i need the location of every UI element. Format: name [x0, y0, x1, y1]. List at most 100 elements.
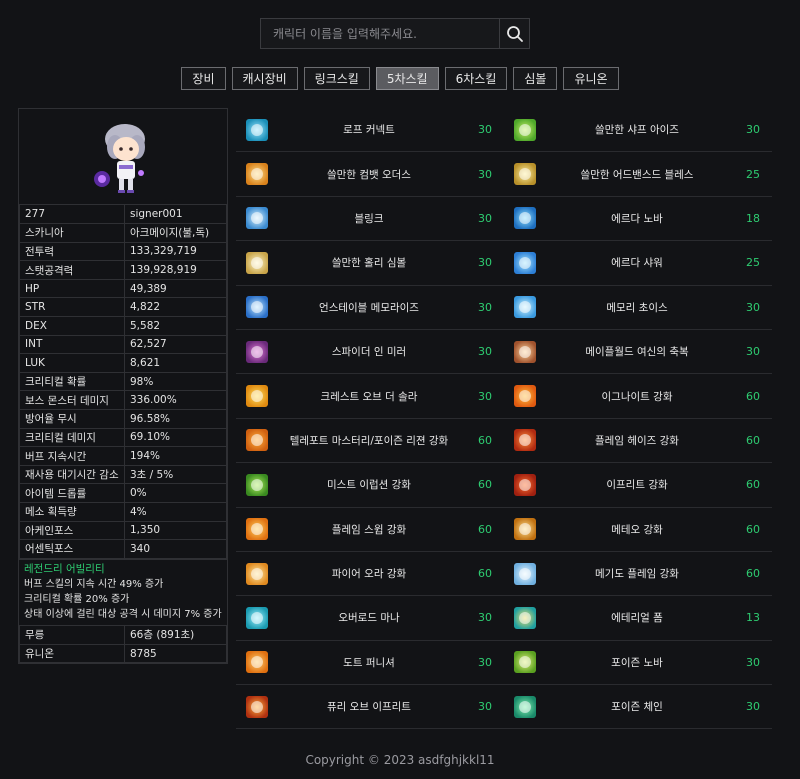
mist-eruption-icon: [246, 473, 268, 496]
table-row: DEX 5,582: [19, 316, 227, 336]
skill-level: 30: [746, 700, 760, 714]
skill-name: 쓸만한 컴뱃 오더스: [327, 168, 411, 181]
goddess-blessing-icon: [514, 340, 536, 363]
skill-level: 30: [478, 700, 492, 714]
stat-value: 69.10%: [124, 427, 227, 448]
skill-row: 플레임 헤이즈 강화 60: [504, 419, 772, 464]
search-button[interactable]: [499, 19, 529, 48]
skill-level: 60: [478, 522, 492, 536]
skill-row: 블링크 30: [236, 197, 504, 242]
union-level-value: 8785: [124, 643, 227, 664]
skill-name: 로프 커넥트: [343, 124, 395, 137]
skill-level: 13: [746, 611, 760, 625]
skill-name: 메모리 초이스: [606, 301, 668, 314]
skill-row: 로프 커넥트 30: [236, 108, 504, 153]
skill-list: 로프 커넥트 30 쓸만한 샤프 아이즈 30 쓸만한 컴뱃 오더스 30 쓸만한 어드밴스…: [236, 108, 772, 730]
skill-name: 블링크: [354, 212, 384, 225]
crest-of-solar-icon: [246, 385, 268, 408]
skill-name: 크레스트 오브 더 솔라: [320, 390, 418, 403]
skill-row: 언스테이블 메모라이즈 30: [236, 286, 504, 330]
tab-0[interactable]: 장비: [181, 67, 226, 90]
skill-row: 메기도 플레임 강화 60: [504, 552, 772, 597]
legendary-ability: 레전드리 어빌리티 버프 스킬의 지속 시간 49% 증가 크리티컬 확률 20…: [19, 558, 227, 626]
stat-label: 크리티컬 데미지: [19, 427, 125, 448]
tab-5[interactable]: 심볼: [513, 67, 558, 90]
stat-value: 4,822: [124, 297, 227, 318]
skill-level: 30: [746, 123, 760, 137]
table-row: 버프 지속시간 194%: [19, 446, 227, 466]
stat-value: 0%: [124, 483, 227, 503]
stat-label: 보스 몬스터 데미지: [19, 390, 125, 411]
skill-level: 30: [478, 300, 492, 314]
stat-label: 아케인포스: [19, 520, 125, 541]
skill-row: 도트 퍼니셔 30: [236, 641, 504, 686]
tab-4[interactable]: 6차스킬: [444, 67, 508, 90]
skill-level: 60: [746, 567, 760, 581]
table-row: 전투력 133,329,719: [19, 241, 227, 262]
ignite-icon: [514, 385, 536, 408]
skill-level: 30: [746, 300, 760, 314]
skill-name: 도트 퍼니셔: [343, 656, 395, 669]
skill-level: 60: [746, 522, 760, 536]
stat-label: 버프 지속시간: [19, 446, 125, 466]
skill-row: 파이어 오라 강화 60: [236, 552, 504, 597]
skill-level: 30: [478, 256, 492, 270]
table-row: INT 62,527: [19, 334, 227, 355]
tab-2[interactable]: 링크스킬: [303, 67, 370, 90]
skill-row: 미스트 이럽션 강화 60: [236, 463, 504, 508]
spider-in-mirror-icon: [246, 340, 268, 363]
flame-haze-icon: [514, 429, 536, 452]
tab-6[interactable]: 유니온: [563, 67, 619, 90]
fire-aura-icon: [246, 562, 268, 585]
table-row: 유니온 8785: [19, 643, 227, 664]
dot-punisher-icon: [246, 651, 268, 674]
poison-chain-icon: [514, 695, 536, 718]
stat-label: 아이템 드롭률: [19, 483, 125, 503]
skill-row: 퓨리 오브 이프리트 30: [236, 685, 504, 730]
tab-1[interactable]: 캐시장비: [231, 67, 298, 90]
holy-symbol-icon: [246, 251, 268, 274]
meteor-icon: [514, 518, 536, 541]
skill-level: 18: [746, 211, 760, 225]
skill-row: 이그나이트 강화 60: [504, 374, 772, 419]
table-row: LUK 8,621: [19, 353, 227, 373]
table-row: 스카니아 아크메이지(불,독): [19, 223, 227, 243]
search-input[interactable]: [261, 19, 499, 48]
skill-level: 60: [746, 478, 760, 492]
stat-label: LUK: [19, 353, 125, 373]
stat-label: 유니온: [19, 643, 125, 664]
skill-level: 25: [746, 256, 760, 270]
stat-value: 62,527: [124, 334, 227, 355]
skill-name: 언스테이블 메모라이즈: [319, 301, 419, 314]
stat-label: 전투력: [19, 241, 125, 262]
blink-icon: [246, 207, 268, 230]
skill-level: 30: [478, 167, 492, 181]
stats-table: 277 signer001 스카니아 아크메이지(불,독) 전투력 133,329,719…: [19, 205, 227, 559]
unstable-memorize-icon: [246, 296, 268, 319]
skill-name: 메이플월드 여신의 축복: [585, 346, 689, 359]
legendary-line: 상태 이상에 걸린 대상 공격 시 데미지 7% 증가: [24, 608, 222, 620]
skill-row: 스파이더 인 미러 30: [236, 330, 504, 375]
stat-label: 어센틱포스: [19, 539, 125, 559]
skill-level: 60: [478, 478, 492, 492]
skill-level: 30: [478, 211, 492, 225]
stat-value: 5,582: [124, 316, 227, 336]
skill-name: 포이즌 체인: [611, 701, 663, 714]
tab-3[interactable]: 5차스킬: [375, 67, 439, 90]
erda-nova-icon: [514, 207, 536, 230]
rope-connect-icon: [246, 118, 268, 141]
skill-name: 메기도 플레임 강화: [595, 568, 679, 581]
skill-name: 쓸만한 샤프 아이즈: [595, 124, 679, 137]
table-row: 어센틱포스 340: [19, 539, 227, 559]
sharp-eyes-icon: [514, 118, 536, 141]
skill-row: 에테리얼 폼 13: [504, 596, 772, 641]
stat-value: 340: [124, 539, 227, 559]
stat-value: 133,329,719: [124, 241, 227, 262]
character-panel: 277 signer001 스카니아 아크메이지(불,독) 전투력 133,329,719…: [18, 108, 228, 665]
skill-name: 텔레포트 마스터리/포이즌 리젼 강화: [289, 434, 449, 447]
skill-row: 포이즌 체인 30: [504, 685, 772, 730]
skill-name: 플레임 스윕 강화: [331, 523, 407, 536]
skill-name: 이프리트 강화: [606, 479, 668, 492]
skill-row: 에르다 샤워 25: [504, 241, 772, 286]
stat-value: 4%: [124, 502, 227, 522]
